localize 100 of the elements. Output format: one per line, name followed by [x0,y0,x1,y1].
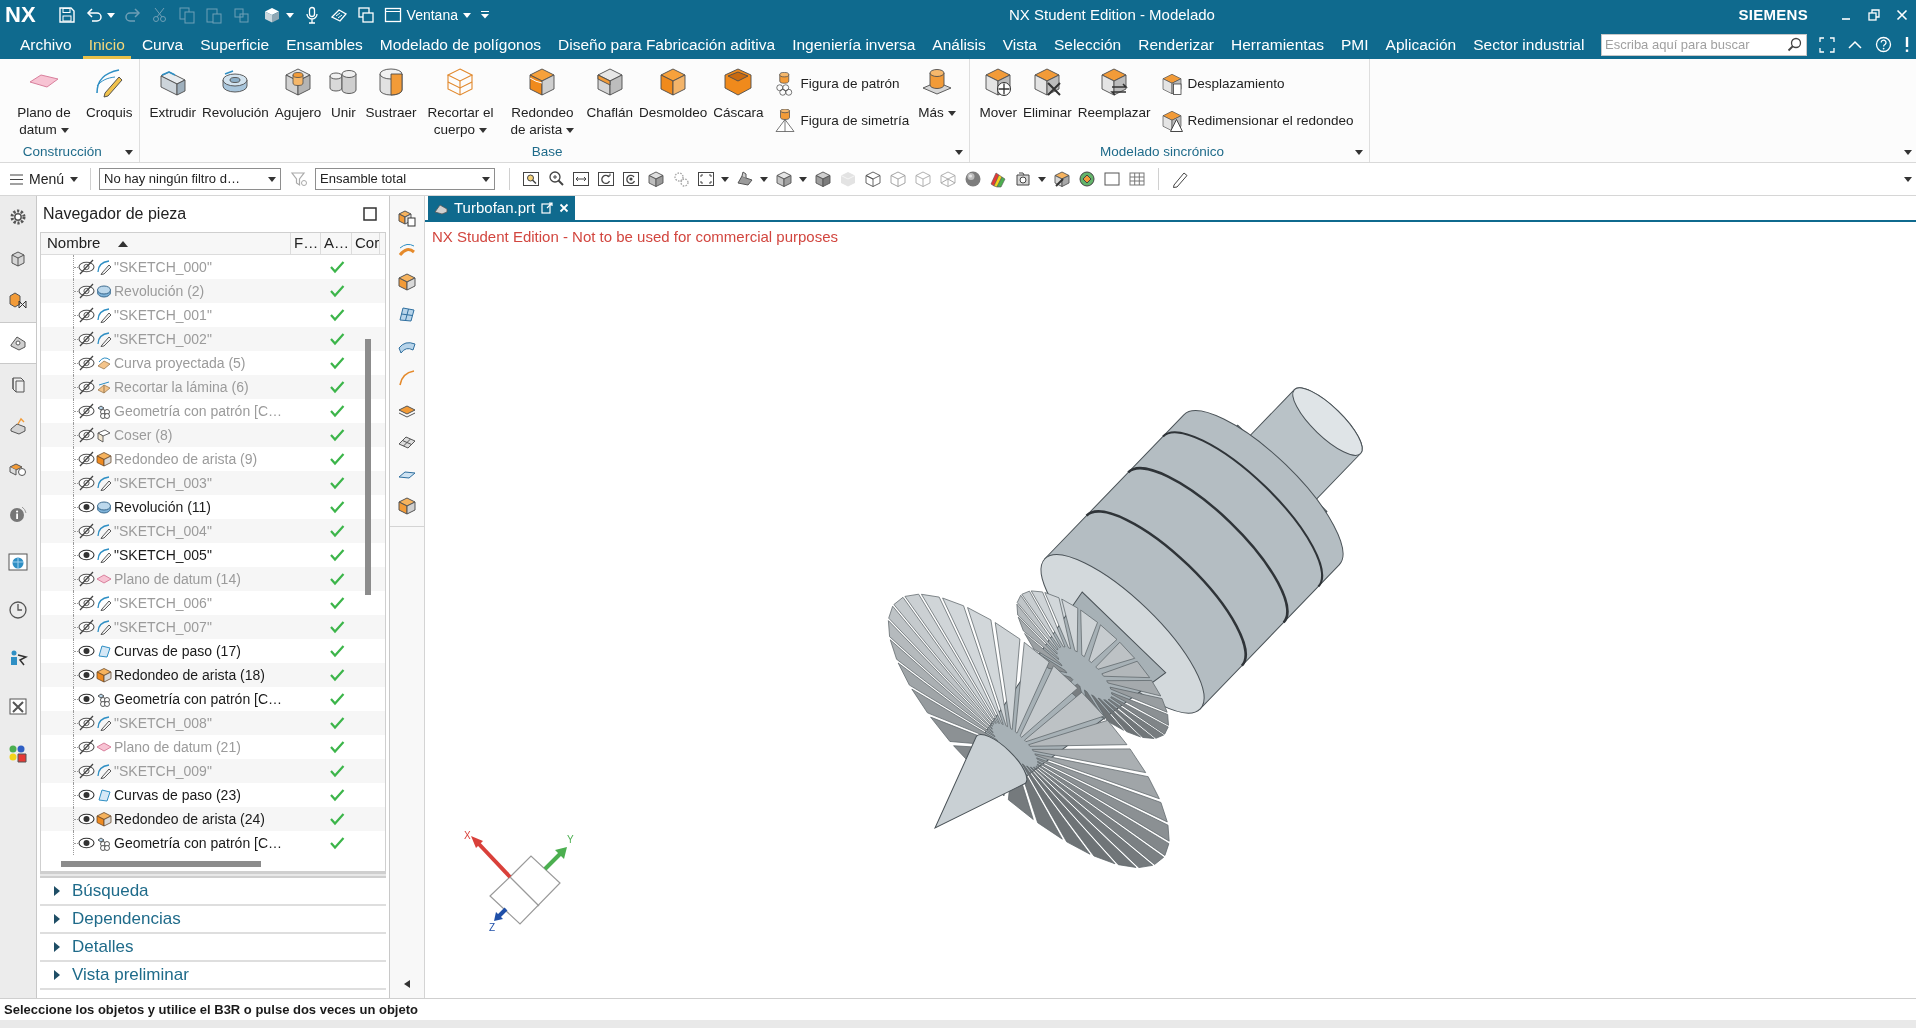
ribbon-button[interactable]: Chaflán [586,66,633,121]
caret-icon[interactable] [285,12,294,18]
eye-slashed-icon[interactable] [78,715,95,731]
camera-icon[interactable] [1014,170,1033,188]
exclamation-icon[interactable] [1904,36,1910,53]
menu-tab[interactable]: Curva [135,30,190,59]
vertical-scrollbar[interactable] [365,339,371,595]
undo-icon[interactable] [84,6,103,24]
ribbon-button[interactable]: Figura de patrón [772,71,910,97]
close-icon[interactable] [559,203,570,213]
zoom-icon[interactable] [547,170,566,188]
search-field[interactable]: Escriba aquí para buscar [1601,33,1807,56]
cube-copy-icon[interactable] [397,208,417,228]
eye-slashed-icon[interactable] [78,259,95,275]
panel-header[interactable]: Búsqueda [40,878,386,906]
ribbon-button[interactable]: Desplazamiento [1159,71,1354,97]
eye-slashed-icon[interactable] [78,331,95,347]
ribbon-button[interactable]: Desmoldeo [638,66,708,121]
caret-icon[interactable] [1904,150,1912,155]
menu-tab[interactable]: Ingeniería inversa [786,30,922,59]
fit-frame-icon[interactable] [697,170,716,188]
eye-slashed-icon[interactable] [78,523,95,539]
panel-header[interactable]: Detalles [40,934,386,962]
caret-icon[interactable] [760,176,769,182]
ribbon-button[interactable]: Redondeo de arista [504,66,581,138]
ribbon-button[interactable]: Plano de datum [6,66,82,138]
zoom-window-icon[interactable] [522,170,541,188]
menu-tab[interactable]: Sector industrial [1467,30,1591,59]
eye-icon[interactable] [78,787,95,803]
caret-icon[interactable] [1038,176,1047,182]
column-header[interactable]: Cor [352,233,380,254]
menu-tab[interactable]: PMI [1335,30,1375,59]
ribbon-button[interactable]: Reemplazar [1077,66,1151,121]
resource-tab[interactable] [0,322,36,364]
eye-slashed-icon[interactable] [78,619,95,635]
menu-tab[interactable]: Archivo [14,30,78,59]
color-map-icon[interactable] [989,170,1008,188]
ribbon-button[interactable]: Eliminar [1023,66,1072,121]
hidden-edge-cube-icon[interactable] [864,170,883,188]
eye-slashed-icon[interactable] [78,595,95,611]
eye-icon[interactable] [78,499,95,515]
rotate-icon[interactable] [597,170,616,188]
rotate-view-icon[interactable] [622,170,641,188]
ribbon-button[interactable]: Mover [979,66,1018,121]
pencil-icon[interactable] [1171,170,1190,188]
panel-header[interactable]: Vista preliminar [40,962,386,990]
ribbon-button[interactable]: Revolución [202,66,269,121]
menu-tab[interactable]: Análisis [926,30,992,59]
part-shape-icon[interactable] [736,170,755,188]
horizontal-scrollbar[interactable] [61,860,261,867]
eye-icon[interactable] [78,691,95,707]
menu-tab[interactable]: Modelado de polígonos [373,30,547,59]
column-header[interactable]: F… [291,233,321,254]
tree-item[interactable]: Revolución (11) [114,496,211,518]
ribbon-button[interactable]: Recortar el cuerpo [422,66,499,138]
customize-caret-icon[interactable] [479,11,490,19]
shaded-cube-icon[interactable] [814,170,833,188]
menu-tab[interactable]: Vista [996,30,1043,59]
tree-item[interactable]: Geometría con patrón [C… [114,832,283,854]
mesh-sheet-icon[interactable] [397,304,417,324]
eye-slashed-icon[interactable] [78,379,95,395]
windows-icon[interactable] [356,6,375,24]
eye-slashed-icon[interactable] [78,427,95,443]
eye-icon[interactable] [78,835,95,851]
fullscreen-icon[interactable] [1819,36,1835,53]
cube-icon[interactable] [647,170,666,188]
block-icon[interactable] [397,496,417,516]
help-icon[interactable] [1875,36,1892,53]
window-menu[interactable]: Ventana [383,4,471,26]
collapse-icon[interactable] [404,980,410,988]
scope-dropdown[interactable]: Ensamble total [315,168,496,190]
menu-tab[interactable]: Superficie [194,30,276,59]
eye-icon[interactable] [78,643,95,659]
tree-item[interactable]: "SKETCH_005" [114,544,212,566]
block-icon[interactable] [262,6,281,24]
document-tab[interactable]: Turbofan.prt [428,196,576,220]
eye-slashed-icon[interactable] [78,763,95,779]
eye-icon[interactable] [78,547,95,563]
caret-icon[interactable] [106,12,115,18]
grid-icon[interactable] [1128,170,1147,188]
box-icon[interactable] [397,272,417,292]
tree-item[interactable]: Curvas de paso (23) [114,784,241,806]
ribbon-button[interactable]: Unir [327,66,360,121]
eye-icon[interactable] [78,667,95,683]
panel-header[interactable]: Dependencias [40,906,386,934]
caret-icon[interactable] [1354,149,1363,155]
menu-tab[interactable]: Herramientas [1225,30,1331,59]
sphere-icon[interactable] [964,170,983,188]
pan-icon[interactable] [572,170,591,188]
eye-icon[interactable] [78,811,95,827]
eye-slashed-icon[interactable] [78,283,95,299]
cube-icon[interactable] [775,170,794,188]
cube-slash-icon[interactable] [1053,170,1072,188]
column-header[interactable]: A… [321,233,352,254]
caret-icon[interactable] [799,176,808,182]
ribbon-button[interactable]: Croquis [86,66,133,121]
ribbon-button[interactable]: Cáscara [713,66,764,121]
save-icon[interactable] [57,6,76,24]
eye-slashed-icon[interactable] [78,307,95,323]
menu-tab[interactable]: Diseño para Fabricación aditiva [552,30,782,59]
